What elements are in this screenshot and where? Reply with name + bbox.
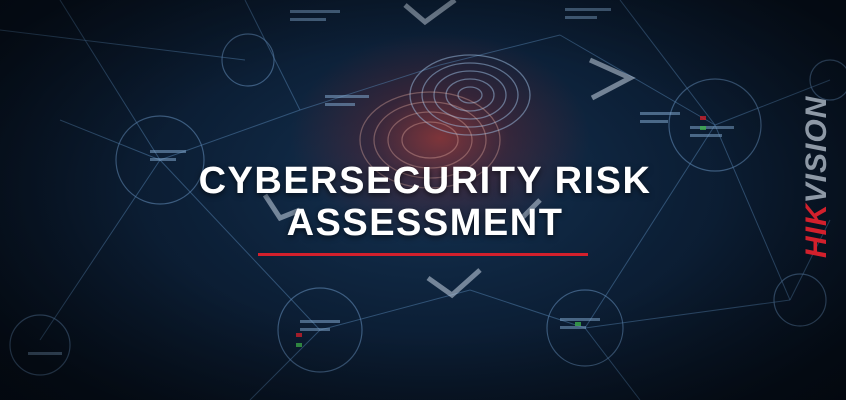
hikvision-logo: HIKVISION <box>799 96 835 258</box>
logo-part-vision: VISION <box>800 95 833 204</box>
logo-part-hik: HIK <box>800 203 833 258</box>
title-line-1: CYBERSECURITY RISK <box>198 160 652 202</box>
hero-banner: CYBERSECURITY RISK ASSESSMENT HIKVISION <box>0 0 846 400</box>
title-line-2: ASSESSMENT <box>286 202 564 244</box>
page-title: CYBERSECURITY RISK ASSESSMENT <box>150 160 700 244</box>
title-underline <box>258 253 588 256</box>
